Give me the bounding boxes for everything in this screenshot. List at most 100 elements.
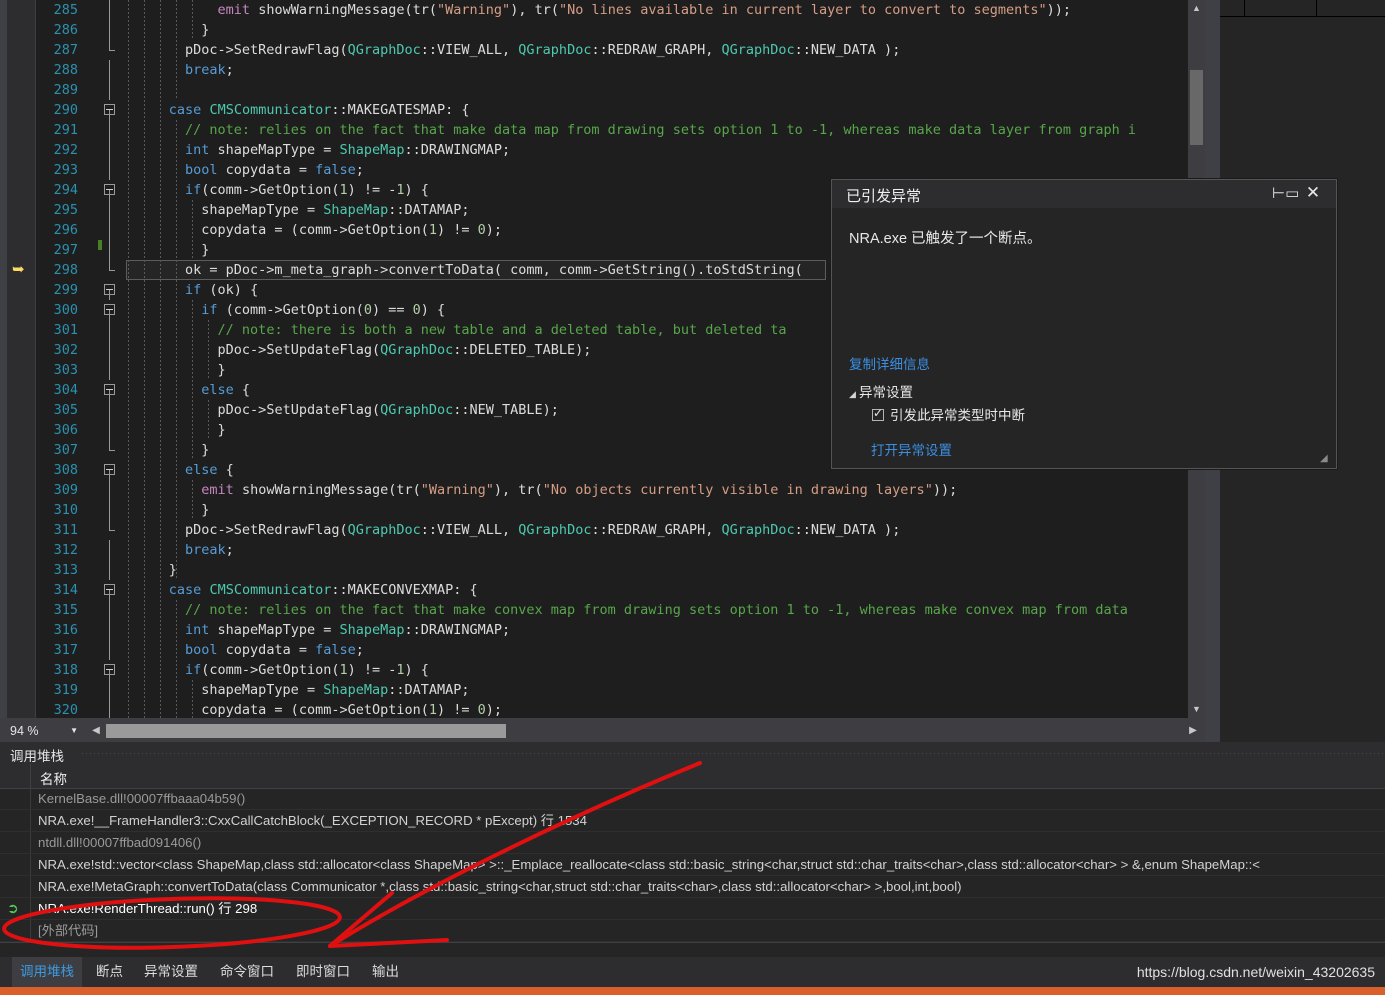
code-line[interactable]: 316 int shapeMapType = ShapeMap::DRAWING…: [0, 620, 1205, 640]
code-line[interactable]: 319 shapeMapType = ShapeMap::DATAMAP;: [0, 680, 1205, 700]
fold-column[interactable]: [100, 620, 120, 640]
fold-column[interactable]: [100, 160, 120, 180]
fold-column[interactable]: [100, 560, 120, 580]
code-line[interactable]: 311 pDoc->SetRedrawFlag(QGraphDoc::VIEW_…: [0, 520, 1205, 540]
code-line[interactable]: 286 }: [0, 20, 1205, 40]
fold-column[interactable]: [100, 340, 120, 360]
call-stack-row[interactable]: NRA.exe!MetaGraph::convertToData(class C…: [0, 876, 1385, 898]
call-stack-row[interactable]: [外部代码]: [0, 920, 1385, 942]
scrollbar-thumb[interactable]: [1190, 70, 1203, 145]
fold-column[interactable]: [100, 680, 120, 700]
scroll-down-icon[interactable]: ▼: [1188, 701, 1205, 718]
fold-collapse-icon[interactable]: [104, 464, 115, 475]
tab-1[interactable]: 断点: [88, 957, 131, 987]
code-line[interactable]: 313 }: [0, 560, 1205, 580]
fold-column[interactable]: [100, 200, 120, 220]
fold-column[interactable]: [100, 600, 120, 620]
close-icon[interactable]: ✕: [1302, 182, 1324, 204]
fold-column[interactable]: [100, 520, 120, 540]
fold-collapse-icon[interactable]: [104, 104, 115, 115]
fold-column[interactable]: [100, 120, 120, 140]
fold-column[interactable]: [100, 480, 120, 500]
fold-column[interactable]: [100, 300, 120, 320]
resize-grip-icon[interactable]: ◢: [1320, 453, 1332, 465]
code-line[interactable]: 288 break;: [0, 60, 1205, 80]
fold-column[interactable]: [100, 60, 120, 80]
tab-5[interactable]: 输出: [364, 957, 407, 987]
triangle-expanded-icon[interactable]: ◢: [849, 389, 859, 400]
fold-column[interactable]: [100, 220, 120, 240]
tab-0[interactable]: 调用堆栈: [12, 957, 82, 987]
call-stack-row[interactable]: NRA.exe!__FrameHandler3::CxxCallCatchBlo…: [0, 810, 1385, 832]
column-divider[interactable]: [1244, 0, 1245, 16]
hscrollbar-thumb[interactable]: [106, 724, 506, 738]
chevron-down-icon[interactable]: ▼: [70, 721, 78, 741]
call-stack-row[interactable]: NRA.exe!std::vector<class ShapeMap,class…: [0, 854, 1385, 876]
copy-details-link[interactable]: 复制详细信息: [849, 353, 930, 373]
code-line[interactable]: 310 }: [0, 500, 1205, 520]
fold-column[interactable]: [100, 460, 120, 480]
fold-column[interactable]: [100, 320, 120, 340]
fold-column[interactable]: [100, 440, 120, 460]
fold-column[interactable]: [100, 80, 120, 100]
fold-column[interactable]: [100, 260, 120, 280]
fold-column[interactable]: [100, 640, 120, 660]
code-line[interactable]: 320 copydata = (comm->GetOption(1) != 0)…: [0, 700, 1205, 718]
dialog-titlebar[interactable]: 已引发异常 ⊢▭ ✕: [832, 180, 1336, 209]
fold-column[interactable]: [100, 0, 120, 20]
code-line[interactable]: 314 case CMSCommunicator::MAKECONVEXMAP:…: [0, 580, 1205, 600]
fold-column[interactable]: [100, 500, 120, 520]
scroll-left-icon[interactable]: ◀: [88, 721, 104, 741]
drag-dots[interactable]: [82, 742, 1385, 764]
fold-column[interactable]: [100, 380, 120, 400]
call-stack-row[interactable]: KernelBase.dll!00007ffbaaa04b59(): [0, 788, 1385, 810]
right-panel-column-header[interactable]: [1220, 0, 1385, 17]
scroll-up-icon[interactable]: ▲: [1188, 0, 1205, 17]
code-line[interactable]: 287 pDoc->SetRedrawFlag(QGraphDoc::VIEW_…: [0, 40, 1205, 60]
fold-column[interactable]: [100, 400, 120, 420]
fold-column[interactable]: [100, 40, 120, 60]
fold-column[interactable]: [100, 240, 120, 260]
fold-collapse-icon[interactable]: [104, 184, 115, 195]
tab-2[interactable]: 异常设置: [136, 957, 206, 987]
code-line[interactable]: 290 case CMSCommunicator::MAKEGATESMAP: …: [0, 100, 1205, 120]
break-on-exception-checkbox-row[interactable]: 引发此异常类型时中断: [872, 404, 1025, 424]
exception-thrown-dialog[interactable]: 已引发异常 ⊢▭ ✕ NRA.exe 已触发了一个断点。 复制详细信息 ◢ 异常设…: [831, 179, 1337, 469]
fold-collapse-icon[interactable]: [104, 304, 115, 315]
call-stack-column-header[interactable]: 名称: [0, 764, 1385, 789]
fold-column[interactable]: [100, 360, 120, 380]
editor-horizontal-scrollbar[interactable]: ◀ ▶: [88, 721, 1201, 741]
code-line[interactable]: 317 bool copydata = false;: [0, 640, 1205, 660]
code-line[interactable]: 315 // note: relies on the fact that mak…: [0, 600, 1205, 620]
code-line[interactable]: 318 if(comm->GetOption(1) != -1) {: [0, 660, 1205, 680]
code-line[interactable]: 291 // note: relies on the fact that mak…: [0, 120, 1205, 140]
tab-4[interactable]: 即时窗口: [288, 957, 358, 987]
column-header-name[interactable]: 名称: [40, 768, 67, 788]
fold-column[interactable]: [100, 140, 120, 160]
code-line[interactable]: 289: [0, 80, 1205, 100]
fold-collapse-icon[interactable]: [104, 384, 115, 395]
call-stack-titlebar[interactable]: 调用堆栈: [0, 742, 1385, 764]
fold-column[interactable]: [100, 660, 120, 680]
fold-column[interactable]: [100, 540, 120, 560]
fold-column[interactable]: [100, 20, 120, 40]
column-divider[interactable]: [1316, 0, 1317, 16]
fold-column[interactable]: [100, 580, 120, 600]
checkbox-checked-icon[interactable]: [872, 406, 884, 421]
scroll-right-icon[interactable]: ▶: [1185, 721, 1201, 741]
code-line[interactable]: 309 emit showWarningMessage(tr("Warning"…: [0, 480, 1205, 500]
code-line[interactable]: 292 int shapeMapType = ShapeMap::DRAWING…: [0, 140, 1205, 160]
open-exception-settings-link[interactable]: 打开异常设置: [871, 439, 952, 459]
fold-collapse-icon[interactable]: [104, 284, 115, 295]
code-line[interactable]: 285 emit showWarningMessage(tr("Warning"…: [0, 0, 1205, 20]
pin-icon[interactable]: ⊢▭: [1272, 184, 1299, 204]
code-line[interactable]: 312 break;: [0, 540, 1205, 560]
fold-collapse-icon[interactable]: [104, 664, 115, 675]
fold-column[interactable]: [100, 180, 120, 200]
fold-column[interactable]: [100, 100, 120, 120]
code-line[interactable]: 293 bool copydata = false;: [0, 160, 1205, 180]
call-stack-row[interactable]: ntdll.dll!00007ffbad091406(): [0, 832, 1385, 854]
call-stack-row[interactable]: ➲ NRA.exe!RenderThread::run() 行 298: [0, 898, 1385, 920]
fold-collapse-icon[interactable]: [104, 584, 115, 595]
fold-column[interactable]: [100, 700, 120, 718]
